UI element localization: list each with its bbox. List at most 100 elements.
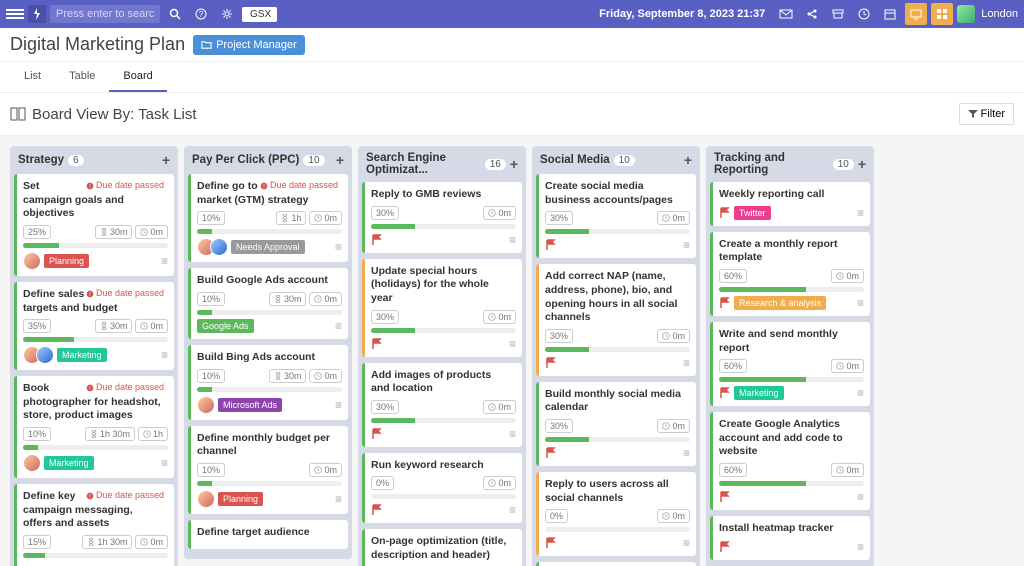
avatar[interactable] xyxy=(197,396,215,414)
card-menu-icon[interactable]: ≡ xyxy=(857,490,864,504)
grid-icon[interactable] xyxy=(931,3,953,25)
task-card[interactable]: Update special hours (holidays) for the … xyxy=(362,259,522,357)
card-menu-icon[interactable]: ≡ xyxy=(857,206,864,220)
card-menu-icon[interactable]: ≡ xyxy=(683,356,690,370)
card-menu-icon[interactable]: ≡ xyxy=(335,492,342,506)
card-menu-icon[interactable]: ≡ xyxy=(335,398,342,412)
card-spent: 0m xyxy=(657,211,690,225)
task-card[interactable]: !Due date passedBook photographer for he… xyxy=(14,376,174,478)
tab-list[interactable]: List xyxy=(10,62,55,92)
card-menu-icon[interactable]: ≡ xyxy=(683,238,690,252)
share-icon[interactable] xyxy=(801,3,823,25)
progress-bar xyxy=(23,445,168,450)
gear-icon[interactable] xyxy=(216,3,238,25)
tab-table[interactable]: Table xyxy=(55,62,109,92)
card-menu-icon[interactable]: ≡ xyxy=(161,254,168,268)
task-card[interactable]: Create social media business accounts/pa… xyxy=(536,174,696,258)
card-menu-icon[interactable]: ≡ xyxy=(857,296,864,310)
filter-button[interactable]: Filter xyxy=(959,103,1014,125)
card-title: Build monthly social media calendar xyxy=(545,388,690,415)
task-card[interactable]: Create Google Analytics account and add … xyxy=(710,412,870,510)
task-card[interactable]: On-page optimization (title, description… xyxy=(362,529,522,566)
column-count: 16 xyxy=(485,159,506,170)
task-card[interactable]: Build Bing Ads account 10%30m0mMicrosoft… xyxy=(188,345,348,420)
card-estimate: 30m xyxy=(95,225,133,239)
card-percent: 60% xyxy=(719,269,747,283)
task-card[interactable]: Build Google Ads account 10%30m0mGoogle … xyxy=(188,268,348,339)
task-card[interactable]: Build monthly social media calendar 30%0… xyxy=(536,382,696,466)
card-menu-icon[interactable]: ≡ xyxy=(509,337,516,351)
card-tag: Marketing xyxy=(57,348,107,362)
location-label: London xyxy=(981,8,1018,20)
task-card[interactable]: Create Instagram account 30%0m≡ xyxy=(536,562,696,566)
progress-bar xyxy=(23,243,168,248)
monitor-icon[interactable] xyxy=(905,3,927,25)
card-menu-icon[interactable]: ≡ xyxy=(683,446,690,460)
task-card[interactable]: !Due date passedSet campaign goals and o… xyxy=(14,174,174,276)
view-header: Board View By: Task List Filter xyxy=(0,93,1024,136)
task-card[interactable]: !Due date passedDefine key campaign mess… xyxy=(14,484,174,566)
progress-bar xyxy=(545,347,690,352)
svg-text:!: ! xyxy=(89,292,90,298)
calendar-icon[interactable] xyxy=(879,3,901,25)
task-card[interactable]: !Due date passedDefine sales targets and… xyxy=(14,282,174,370)
card-percent: 60% xyxy=(719,359,747,373)
card-percent: 15% xyxy=(23,535,51,549)
add-card-button[interactable]: + xyxy=(162,152,170,168)
task-card[interactable]: Create a monthly report template 60%0mRe… xyxy=(710,232,870,316)
card-spent: 0m xyxy=(483,206,516,220)
search-input[interactable] xyxy=(50,5,160,23)
task-card[interactable]: Add correct NAP (name, address, phone), … xyxy=(536,264,696,376)
card-menu-icon[interactable]: ≡ xyxy=(335,319,342,333)
add-card-button[interactable]: + xyxy=(336,152,344,168)
avatar[interactable] xyxy=(197,490,215,508)
progress-bar xyxy=(719,287,864,292)
task-card[interactable]: Weekly reporting call Twitter≡ xyxy=(710,182,870,226)
card-menu-icon[interactable]: ≡ xyxy=(857,386,864,400)
task-card[interactable]: Define target audience xyxy=(188,520,348,550)
card-spent: 0m xyxy=(135,535,168,549)
add-card-button[interactable]: + xyxy=(858,156,866,172)
add-card-button[interactable]: + xyxy=(510,156,518,172)
column-header: Tracking and Reporting 10 + xyxy=(706,146,874,182)
avatar[interactable] xyxy=(23,252,41,270)
clock-icon[interactable] xyxy=(853,3,875,25)
task-card[interactable]: Add images of products and location 30%0… xyxy=(362,363,522,447)
task-card[interactable]: Install heatmap tracker ≡ xyxy=(710,516,870,560)
help-icon[interactable]: ? xyxy=(190,3,212,25)
add-card-button[interactable]: + xyxy=(684,152,692,168)
tab-board[interactable]: Board xyxy=(109,62,166,92)
progress-bar xyxy=(197,229,342,234)
card-menu-icon[interactable]: ≡ xyxy=(509,427,516,441)
task-card[interactable]: Run keyword research 0%0m≡ xyxy=(362,453,522,524)
progress-bar xyxy=(719,377,864,382)
project-manager-badge[interactable]: Project Manager xyxy=(193,35,305,55)
card-menu-icon[interactable]: ≡ xyxy=(509,503,516,517)
card-menu-icon[interactable]: ≡ xyxy=(161,348,168,362)
mail-icon[interactable] xyxy=(775,3,797,25)
column-title: Tracking and Reporting xyxy=(714,152,829,176)
bolt-icon[interactable] xyxy=(28,5,46,23)
user-avatar[interactable] xyxy=(957,5,975,23)
task-card[interactable]: Write and send monthly report 60%0mMarke… xyxy=(710,322,870,406)
card-menu-icon[interactable]: ≡ xyxy=(683,536,690,550)
avatar[interactable] xyxy=(210,238,228,256)
card-spent: 0m xyxy=(309,211,342,225)
avatar[interactable] xyxy=(23,454,41,472)
search-icon[interactable] xyxy=(164,3,186,25)
card-menu-icon[interactable]: ≡ xyxy=(335,240,342,254)
card-menu-icon[interactable]: ≡ xyxy=(857,540,864,554)
task-card[interactable]: !Due date passedDefine go to market (GTM… xyxy=(188,174,348,262)
card-menu-icon[interactable]: ≡ xyxy=(509,233,516,247)
card-percent: 10% xyxy=(197,292,225,306)
task-card[interactable]: Define monthly budget per channel 10%0mP… xyxy=(188,426,348,514)
archive-icon[interactable] xyxy=(827,3,849,25)
card-menu-icon[interactable]: ≡ xyxy=(161,456,168,470)
topbar: ? GSX Friday, September 8, 2023 21:37 Lo… xyxy=(0,0,1024,28)
task-card[interactable]: Reply to users across all social channel… xyxy=(536,472,696,556)
progress-bar xyxy=(371,328,516,333)
gsx-badge[interactable]: GSX xyxy=(242,7,277,22)
avatar[interactable] xyxy=(36,346,54,364)
task-card[interactable]: Reply to GMB reviews 30%0m≡ xyxy=(362,182,522,253)
menu-toggle[interactable] xyxy=(6,5,24,23)
